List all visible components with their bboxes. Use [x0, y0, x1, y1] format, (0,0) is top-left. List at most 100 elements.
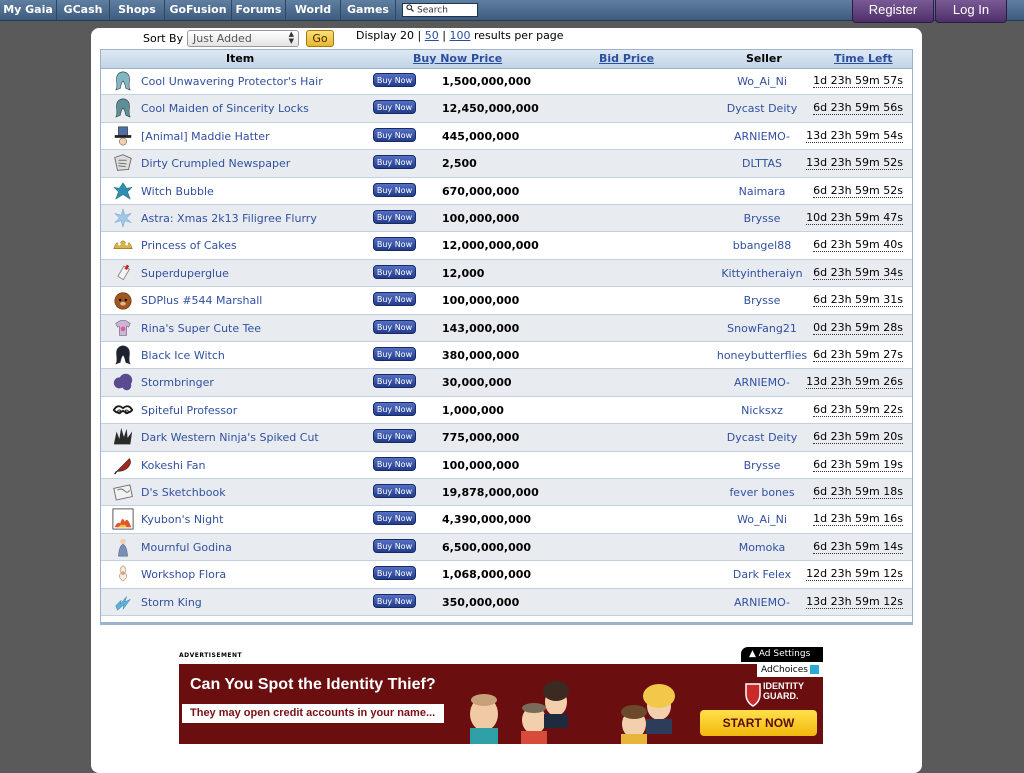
hair-icon[interactable]	[111, 344, 135, 366]
buy-now-button[interactable]: Buy Now	[373, 292, 416, 307]
seller-link[interactable]: fever bones	[701, 486, 823, 499]
buy-now-button[interactable]: Buy Now	[373, 210, 416, 224]
cloud-icon[interactable]	[111, 371, 135, 393]
seller-link[interactable]: Naimara	[701, 185, 823, 198]
glue-icon[interactable]	[111, 262, 135, 284]
adchoices-link[interactable]: AdChoices	[757, 664, 823, 677]
crown-icon[interactable]	[111, 234, 135, 256]
buy-now-button[interactable]: Buy Now	[373, 319, 416, 334]
nav-world[interactable]: World	[286, 0, 341, 20]
seller-link[interactable]: Brysse	[701, 212, 823, 225]
seller-link[interactable]: Dark Felex	[701, 568, 823, 581]
sketchbook-icon[interactable]	[111, 481, 135, 503]
seller-link[interactable]: Wo_Ai_Ni	[701, 513, 823, 526]
ad-start-now-button[interactable]: START NOW	[700, 710, 817, 736]
item-name-link[interactable]: [Animal] Maddie Hatter	[141, 130, 270, 143]
nav-gcash[interactable]: GCash	[57, 0, 110, 20]
ad-settings-button[interactable]: ▲ Ad Settings	[741, 647, 823, 662]
figure-icon[interactable]	[111, 536, 135, 558]
nav-forums[interactable]: Forums	[232, 0, 286, 20]
seller-link[interactable]: Kittyintheraiyn	[701, 267, 823, 280]
item-name-link[interactable]: SDPlus #544 Marshall	[141, 294, 262, 307]
item-name-link[interactable]: Cool Unwavering Protector's Hair	[141, 75, 323, 88]
seller-link[interactable]: ARNIEMO-	[701, 130, 823, 143]
buy-now-button[interactable]: Buy Now	[373, 347, 416, 361]
nav-shops[interactable]: Shops	[110, 0, 165, 20]
buy-now-button[interactable]: Buy Now	[373, 73, 416, 87]
buy-now-button[interactable]: Buy Now	[373, 593, 416, 608]
go-button[interactable]: Go	[306, 30, 334, 47]
register-button[interactable]: Register	[852, 0, 934, 23]
buy-now-button[interactable]: Buy Now	[373, 511, 416, 526]
item-name-link[interactable]: Dark Western Ninja's Spiked Cut	[141, 431, 319, 444]
newspaper-icon[interactable]	[111, 152, 135, 174]
buy-now-button[interactable]: Buy Now	[373, 182, 416, 197]
item-name-link[interactable]: D's Sketchbook	[141, 486, 226, 499]
seller-link[interactable]: bbangel88	[701, 239, 823, 252]
buy-now-button[interactable]: Buy Now	[373, 484, 416, 498]
bubble-icon[interactable]	[111, 180, 135, 202]
buy-now-button[interactable]: Buy Now	[373, 264, 416, 279]
seller-link[interactable]: Nicksxz	[701, 404, 823, 417]
buy-now-button[interactable]: Buy Now	[373, 401, 416, 416]
header-buy-now-price[interactable]: Buy Now Price	[413, 52, 502, 65]
seller-link[interactable]: ARNIEMO-	[701, 376, 823, 389]
item-name-link[interactable]: Rina's Super Cute Tee	[141, 322, 261, 335]
seller-link[interactable]: Wo_Ai_Ni	[701, 75, 823, 88]
buy-now-button[interactable]: Buy Now	[373, 155, 416, 170]
seller-link[interactable]: DLTTAS	[701, 157, 823, 170]
per-page-50-link[interactable]: 50	[425, 29, 439, 42]
nav-games[interactable]: Games	[341, 0, 396, 20]
shirt-icon[interactable]	[111, 317, 135, 339]
item-name-link[interactable]: Cool Maiden of Sincerity Locks	[141, 102, 309, 115]
per-page-100-link[interactable]: 100	[449, 29, 470, 42]
fan-icon[interactable]	[111, 454, 135, 476]
ad-banner[interactable]: Can You Spot the Identity Thief? They ma…	[179, 664, 823, 744]
item-name-link[interactable]: Kokeshi Fan	[141, 459, 205, 472]
nav-gofusion[interactable]: GoFusion	[165, 0, 232, 20]
spiky-hair-icon[interactable]	[111, 426, 135, 448]
buy-now-button[interactable]: Buy Now	[373, 456, 416, 471]
login-button[interactable]: Log In	[935, 0, 1007, 23]
hair-icon[interactable]	[111, 70, 135, 92]
lightning-icon[interactable]	[111, 591, 135, 613]
search-input[interactable]: Search	[402, 3, 478, 17]
seller-link[interactable]: Momoka	[701, 541, 823, 554]
mustache-icon[interactable]	[111, 399, 135, 421]
header-time-left[interactable]: Time Left	[834, 52, 893, 65]
item-name-link[interactable]: Storm King	[141, 596, 202, 609]
buy-now-button[interactable]: Buy Now	[373, 566, 416, 581]
fire-icon[interactable]	[111, 508, 135, 530]
seller-link[interactable]: Brysse	[701, 294, 823, 307]
buy-now-button[interactable]: Buy Now	[373, 237, 416, 252]
item-name-link[interactable]: Workshop Flora	[141, 568, 226, 581]
plush-icon[interactable]	[111, 289, 135, 311]
item-name-link[interactable]: Stormbringer	[141, 376, 214, 389]
item-name-link[interactable]: Black Ice Witch	[141, 349, 225, 362]
buy-now-button[interactable]: Buy Now	[373, 100, 416, 115]
seller-link[interactable]: ARNIEMO-	[701, 596, 823, 609]
buy-now-button[interactable]: Buy Now	[373, 538, 416, 553]
buy-now-button[interactable]: Buy Now	[373, 429, 416, 444]
nav-my-gaia[interactable]: My Gaia	[0, 0, 57, 20]
item-name-link[interactable]: Kyubon's Night	[141, 513, 223, 526]
item-name-link[interactable]: Astra: Xmas 2k13 Filigree Flurry	[141, 212, 317, 225]
header-bid-price[interactable]: Bid Price	[599, 52, 654, 65]
item-name-link[interactable]: Princess of Cakes	[141, 239, 237, 252]
seller-link[interactable]: Brysse	[701, 459, 823, 472]
item-name-link[interactable]: Witch Bubble	[141, 185, 214, 198]
item-name-link[interactable]: Spiteful Professor	[141, 404, 237, 417]
hair-icon[interactable]	[111, 97, 135, 119]
buy-now-button[interactable]: Buy Now	[373, 374, 416, 389]
item-name-link[interactable]: Mournful Godina	[141, 541, 232, 554]
seller-link[interactable]: Dycast Deity	[701, 102, 823, 115]
seller-link[interactable]: honeybutterflies	[701, 349, 823, 362]
hat-icon[interactable]	[111, 125, 135, 147]
buy-now-button[interactable]: Buy Now	[373, 127, 416, 142]
snowflake-icon[interactable]	[111, 207, 135, 229]
seller-link[interactable]: Dycast Deity	[701, 431, 823, 444]
item-name-link[interactable]: Dirty Crumpled Newspaper	[141, 157, 290, 170]
flower-icon[interactable]	[111, 563, 135, 585]
seller-link[interactable]: SnowFang21	[701, 322, 823, 335]
item-name-link[interactable]: Superduperglue	[141, 267, 229, 280]
